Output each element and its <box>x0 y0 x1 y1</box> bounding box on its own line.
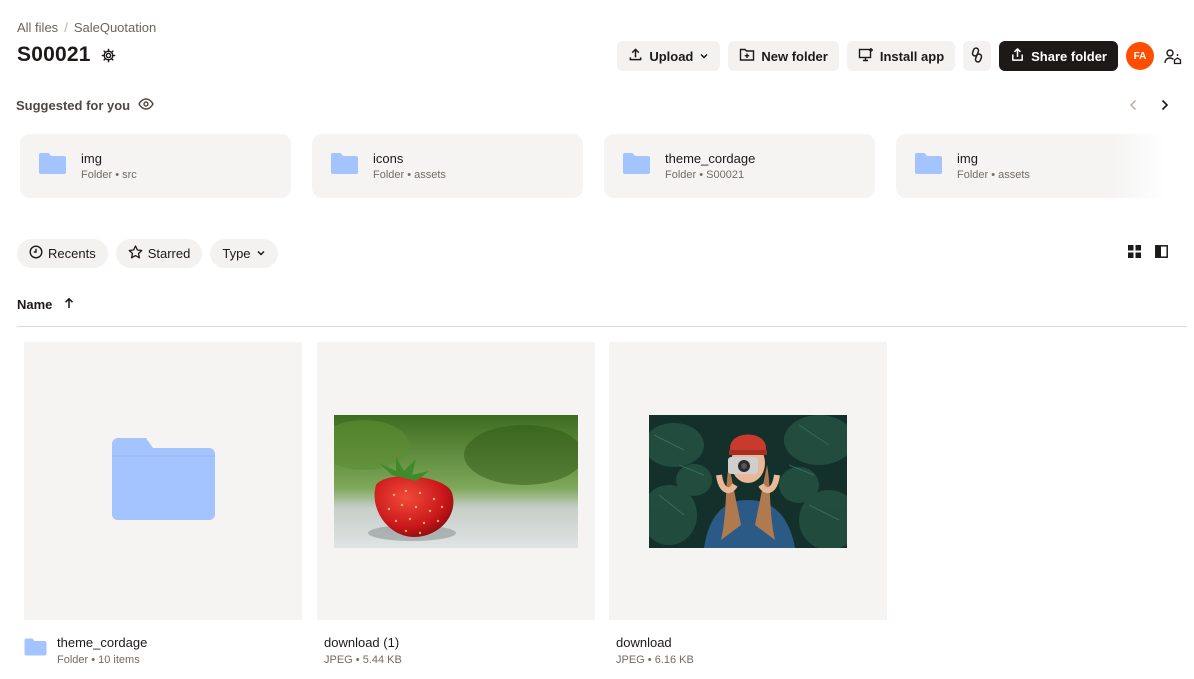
install-app-label: Install app <box>879 48 945 64</box>
file-name[interactable]: theme_cordage <box>57 635 147 650</box>
recents-label: Recents <box>48 246 96 261</box>
file-meta: JPEG • 5.44 KB <box>324 654 402 666</box>
suggested-name: img <box>957 151 978 166</box>
suggested-name: img <box>81 151 102 166</box>
view-toggles <box>1128 245 1168 263</box>
file-thumbnail[interactable] <box>609 342 887 620</box>
type-filter[interactable]: Type <box>210 239 278 268</box>
suggested-heading: Suggested for you <box>16 98 131 113</box>
file-caption-text: theme_cordage Folder • 10 items <box>57 635 147 666</box>
toolbar: Upload New folder Install app Share fold… <box>617 41 1184 71</box>
sort-ascending-icon <box>64 297 74 312</box>
grid-view-icon[interactable] <box>1128 245 1141 263</box>
file-caption-text: download JPEG • 6.16 KB <box>616 635 694 666</box>
desktop-icon <box>858 47 874 65</box>
new-folder-button[interactable]: New folder <box>728 41 839 71</box>
suggested-card-text: img Folder • src <box>81 151 137 181</box>
share-icon <box>1010 47 1025 65</box>
file-caption: download (1) JPEG • 5.44 KB <box>317 635 595 666</box>
file-meta: Folder • 10 items <box>57 654 140 666</box>
folder-icon <box>24 638 47 661</box>
chevron-left-icon[interactable] <box>1126 96 1140 114</box>
suggested-card[interactable]: img Folder • assets <box>896 134 1167 198</box>
new-folder-icon <box>739 47 755 65</box>
link-icon <box>970 46 984 66</box>
breadcrumb-separator: / <box>64 20 68 35</box>
chevron-down-icon <box>256 246 266 261</box>
type-label: Type <box>222 246 251 261</box>
suggested-name: icons <box>373 151 404 166</box>
file-tile[interactable]: download JPEG • 6.16 KB <box>609 342 887 666</box>
suggested-card-text: icons Folder • assets <box>373 151 446 181</box>
file-name[interactable]: download <box>616 635 694 650</box>
suggested-heading-row: Suggested for you <box>16 98 154 113</box>
side-panel-icon[interactable] <box>1155 245 1168 263</box>
suggested-meta: Folder • S00021 <box>665 169 745 181</box>
suggested-card-text: theme_cordage Folder • S00021 <box>665 151 755 181</box>
chevron-right-icon[interactable] <box>1158 96 1172 114</box>
manage-access-icon[interactable] <box>1162 42 1184 70</box>
avatar[interactable]: FA <box>1126 42 1154 70</box>
suggested-list: img Folder • src icons Folder • assets t… <box>20 134 1167 198</box>
suggested-card-text: img Folder • assets <box>957 151 1030 181</box>
file-caption-text: download (1) JPEG • 5.44 KB <box>324 635 402 666</box>
suggested-card[interactable]: icons Folder • assets <box>312 134 583 198</box>
file-thumbnail[interactable] <box>24 342 302 620</box>
name-column-header[interactable]: Name <box>17 297 74 312</box>
camera-girl-photo <box>649 414 847 548</box>
clock-icon <box>29 245 43 262</box>
starred-label: Starred <box>147 246 191 261</box>
copy-link-button[interactable] <box>963 41 992 71</box>
carousel-nav <box>1126 96 1172 114</box>
file-meta: JPEG • 6.16 KB <box>616 654 694 666</box>
filter-bar: Recents Starred Type <box>17 239 278 268</box>
share-folder-button[interactable]: Share folder <box>999 41 1118 71</box>
suggested-name: theme_cordage <box>665 151 756 166</box>
suggested-meta: Folder • assets <box>957 169 1030 181</box>
header-divider <box>17 326 1187 327</box>
settings-gear-icon[interactable] <box>101 48 116 63</box>
file-tile[interactable]: download (1) JPEG • 5.44 KB <box>317 342 595 666</box>
install-app-button[interactable]: Install app <box>846 41 956 71</box>
page-title: S00021 <box>17 43 91 66</box>
recents-filter[interactable]: Recents <box>17 239 108 268</box>
page-title-row: S00021 <box>17 43 116 67</box>
upload-button[interactable]: Upload <box>617 41 721 71</box>
name-header-label: Name <box>17 297 53 312</box>
file-thumbnail[interactable] <box>317 342 595 620</box>
chevron-down-icon <box>699 49 709 64</box>
suggested-meta: Folder • assets <box>373 169 446 181</box>
large-folder-icon <box>111 437 215 525</box>
file-caption: download JPEG • 6.16 KB <box>609 635 887 666</box>
suggested-card[interactable]: theme_cordage Folder • S00021 <box>604 134 875 198</box>
new-folder-label: New folder <box>761 48 828 64</box>
star-icon <box>128 245 143 262</box>
upload-label: Upload <box>649 48 694 64</box>
starred-filter[interactable]: Starred <box>115 239 203 268</box>
file-caption: theme_cordage Folder • 10 items <box>24 635 302 666</box>
breadcrumb-all-files[interactable]: All files <box>17 20 58 35</box>
strawberry-photo <box>334 414 578 548</box>
eye-icon[interactable] <box>138 98 154 113</box>
folder-icon <box>914 152 943 180</box>
suggested-card[interactable]: img Folder • src <box>20 134 291 198</box>
folder-icon <box>622 152 651 180</box>
upload-icon <box>628 47 643 65</box>
file-name[interactable]: download (1) <box>324 635 402 650</box>
breadcrumb-current[interactable]: SaleQuotation <box>74 20 156 35</box>
suggested-meta: Folder • src <box>81 169 137 181</box>
file-tile[interactable]: theme_cordage Folder • 10 items <box>24 342 302 666</box>
share-folder-label: Share folder <box>1031 48 1107 64</box>
breadcrumb: All files / SaleQuotation <box>17 20 156 35</box>
folder-icon <box>38 152 67 180</box>
folder-icon <box>330 152 359 180</box>
